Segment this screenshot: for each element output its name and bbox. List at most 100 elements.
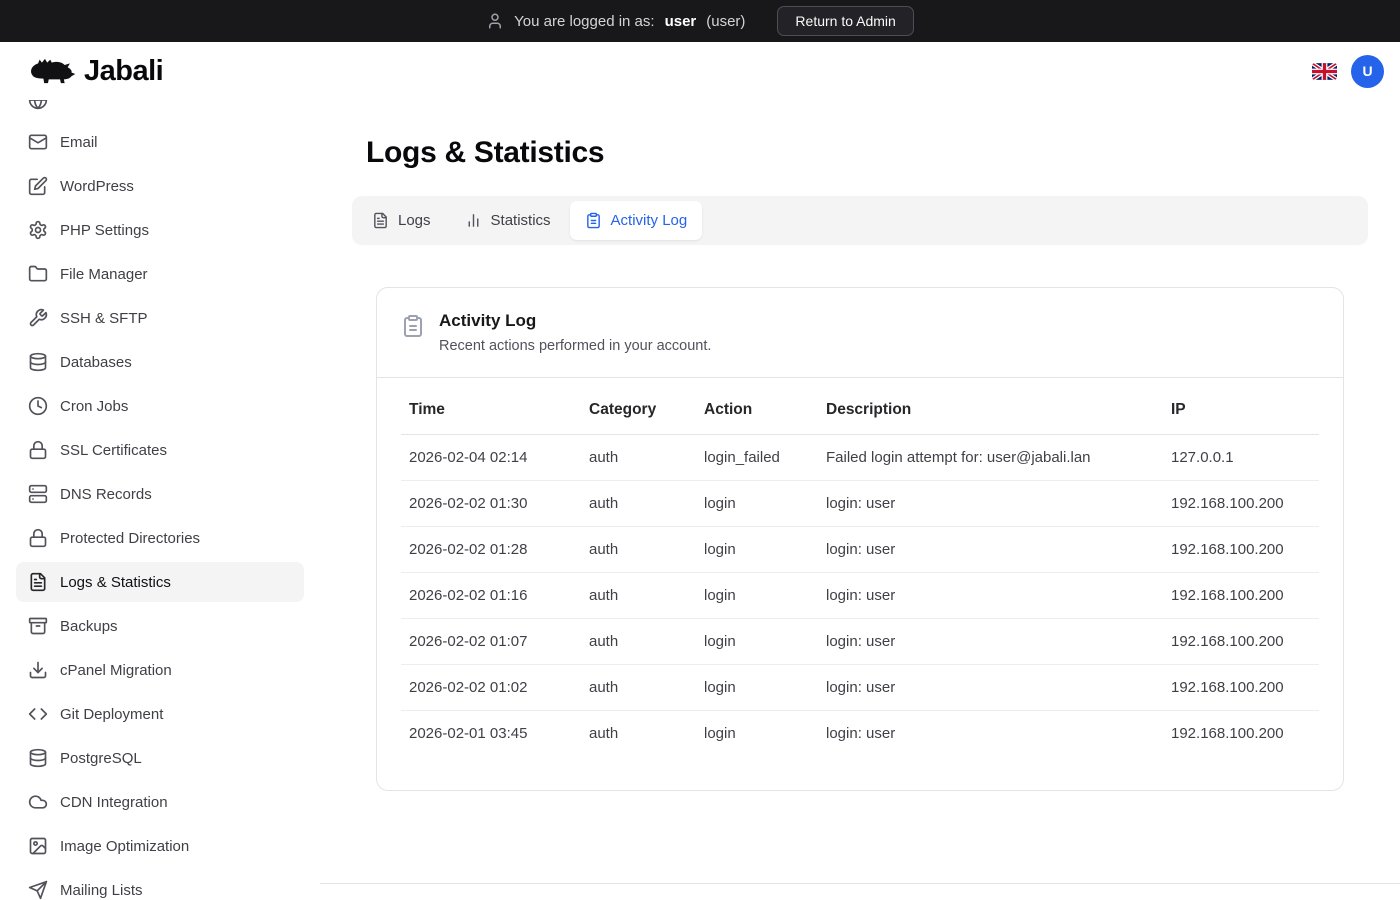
- sidebar-item-cron-jobs[interactable]: Cron Jobs: [16, 386, 304, 426]
- sidebar-item-file-manager[interactable]: File Manager: [16, 254, 304, 294]
- table-header-row: TimeCategoryActionDescriptionIP: [401, 386, 1319, 435]
- sidebar-item-postgresql[interactable]: PostgreSQL: [16, 738, 304, 778]
- table-cell: 2026-02-04 02:14: [401, 435, 581, 481]
- table-cell: auth: [581, 435, 696, 481]
- sidebar-item-label: PostgreSQL: [60, 750, 142, 767]
- table-cell: 192.168.100.200: [1163, 665, 1319, 711]
- table-row: 2026-02-01 03:45authloginlogin: user192.…: [401, 711, 1319, 757]
- sidebar-item-git-deployment[interactable]: Git Deployment: [16, 694, 304, 734]
- logged-in-as-text: You are logged in as:: [514, 13, 654, 30]
- sidebar-item-label: Image Optimization: [60, 838, 189, 855]
- table-cell: auth: [581, 527, 696, 573]
- sidebar-item-databases[interactable]: Databases: [16, 342, 304, 382]
- sidebar-item-label: SSL Certificates: [60, 442, 167, 459]
- table-cell: login: user: [818, 527, 1163, 573]
- file-text-icon: [372, 212, 389, 229]
- tab-bar: Logs StatisticsActivity Log: [352, 196, 1368, 245]
- tab-activity-log[interactable]: Activity Log: [570, 201, 703, 240]
- folder-icon: [28, 264, 48, 284]
- sidebar-item-cpanel-migration[interactable]: cPanel Migration: [16, 650, 304, 690]
- column-header-category: Category: [581, 386, 696, 435]
- page-title: Logs & Statistics: [366, 136, 1368, 170]
- activity-table: TimeCategoryActionDescriptionIP 2026-02-…: [401, 386, 1319, 756]
- sidebar-item-label: Email: [60, 134, 98, 151]
- layout: Email WordPress PHP Settings File Manager SS…: [0, 100, 1400, 900]
- card-header: Activity Log Recent actions performed in…: [377, 288, 1343, 378]
- wrench-icon: [28, 308, 48, 328]
- card-subtitle: Recent actions performed in your account…: [439, 338, 711, 354]
- sidebar-item-partial[interactable]: [28, 100, 48, 110]
- admin-topbar: You are logged in as: user (user) Return…: [0, 0, 1400, 42]
- return-to-admin-button[interactable]: Return to Admin: [777, 6, 913, 36]
- sidebar-item-ssl-certificates[interactable]: SSL Certificates: [16, 430, 304, 470]
- table-cell: login: [696, 619, 818, 665]
- tab-statistics[interactable]: Statistics: [450, 201, 566, 240]
- table-cell: auth: [581, 619, 696, 665]
- mail-icon: [28, 132, 48, 152]
- clock-icon: [28, 396, 48, 416]
- sidebar-item-wordpress[interactable]: WordPress: [16, 166, 304, 206]
- table-cell: 192.168.100.200: [1163, 619, 1319, 665]
- table-row: 2026-02-02 01:02authloginlogin: user192.…: [401, 665, 1319, 711]
- table-cell: login: user: [818, 573, 1163, 619]
- sidebar-item-backups[interactable]: Backups: [16, 606, 304, 646]
- column-header-ip: IP: [1163, 386, 1319, 435]
- table-cell: login_failed: [696, 435, 818, 481]
- tab-label: Logs: [398, 212, 431, 229]
- cloud-icon: [28, 792, 48, 812]
- sidebar-item-label: PHP Settings: [60, 222, 149, 239]
- sidebar-item-mailing-lists[interactable]: Mailing Lists: [16, 870, 304, 900]
- column-header-action: Action: [696, 386, 818, 435]
- table-cell: 2026-02-02 01:28: [401, 527, 581, 573]
- user-avatar[interactable]: U: [1351, 55, 1384, 88]
- sidebar-item-label: Cron Jobs: [60, 398, 128, 415]
- sidebar-item-email[interactable]: Email: [16, 122, 304, 162]
- table-cell: 192.168.100.200: [1163, 573, 1319, 619]
- table-cell: auth: [581, 573, 696, 619]
- sidebar-item-ssh-sftp[interactable]: SSH & SFTP: [16, 298, 304, 338]
- uk-flag-icon[interactable]: [1312, 63, 1337, 80]
- table-cell: 192.168.100.200: [1163, 481, 1319, 527]
- clipboard-icon: [401, 314, 425, 338]
- sidebar-item-label: File Manager: [60, 266, 148, 283]
- send-icon: [28, 880, 48, 900]
- lock-icon: [28, 440, 48, 460]
- table-cell: Failed login attempt for: user@jabali.la…: [818, 435, 1163, 481]
- tab-logs[interactable]: Logs: [357, 201, 446, 240]
- sidebar-item-cdn-integration[interactable]: CDN Integration: [16, 782, 304, 822]
- gear-icon: [28, 220, 48, 240]
- sidebar-item-protected-directories[interactable]: Protected Directories: [16, 518, 304, 558]
- column-header-time: Time: [401, 386, 581, 435]
- card-header-text: Activity Log Recent actions performed in…: [439, 311, 711, 354]
- table-cell: 192.168.100.200: [1163, 711, 1319, 757]
- table-cell: 2026-02-02 01:07: [401, 619, 581, 665]
- header-actions: U: [1312, 55, 1384, 88]
- table-row: 2026-02-02 01:28authloginlogin: user192.…: [401, 527, 1319, 573]
- globe-icon: [28, 100, 48, 110]
- table-cell: 192.168.100.200: [1163, 527, 1319, 573]
- archive-icon: [28, 616, 48, 636]
- sidebar-item-label: WordPress: [60, 178, 134, 195]
- activity-table-wrap: TimeCategoryActionDescriptionIP 2026-02-…: [377, 378, 1343, 790]
- sidebar-item-label: DNS Records: [60, 486, 152, 503]
- sidebar-item-label: Git Deployment: [60, 706, 163, 723]
- file-text-icon: [28, 572, 48, 592]
- brand: Jabali: [26, 54, 163, 88]
- sidebar-item-label: Backups: [60, 618, 118, 635]
- table-cell: login: [696, 573, 818, 619]
- sidebar-item-php-settings[interactable]: PHP Settings: [16, 210, 304, 250]
- sidebar-item-logs-statistics[interactable]: Logs & Statistics: [16, 562, 304, 602]
- bar-chart-icon: [465, 212, 482, 229]
- database-icon: [28, 748, 48, 768]
- table-cell: auth: [581, 711, 696, 757]
- table-row: 2026-02-02 01:07authloginlogin: user192.…: [401, 619, 1319, 665]
- boar-logo-icon: [26, 54, 76, 88]
- table-cell: 2026-02-01 03:45: [401, 711, 581, 757]
- sidebar-item-image-optimization[interactable]: Image Optimization: [16, 826, 304, 866]
- table-cell: login: user: [818, 481, 1163, 527]
- table-cell: 127.0.0.1: [1163, 435, 1319, 481]
- code-icon: [28, 704, 48, 724]
- download-icon: [28, 660, 48, 680]
- server-icon: [28, 484, 48, 504]
- sidebar-item-dns-records[interactable]: DNS Records: [16, 474, 304, 514]
